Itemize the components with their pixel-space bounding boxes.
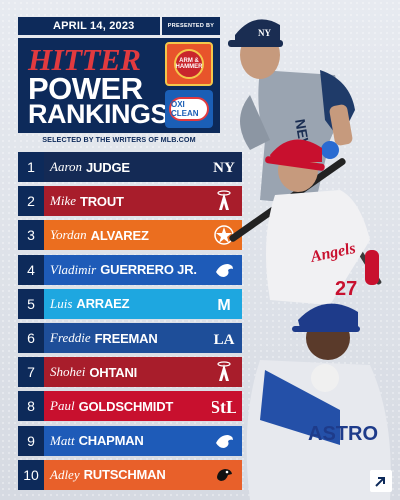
ranking-row: 7 Shohei OHTANI (18, 357, 242, 388)
title-rankings: RANKINGS (28, 99, 169, 129)
player-first-name: Adley (50, 466, 80, 482)
player-last-name: RUTSCHMAN (83, 467, 166, 483)
rank-number: 4 (18, 254, 44, 285)
player-trout: Angels 27 (265, 139, 379, 305)
rank-number: 7 (18, 357, 44, 388)
rank-bar: Matt CHAPMAN (44, 425, 242, 456)
ranking-row: 5 Luis ARRAEZ M (18, 288, 242, 319)
players-illustration: NY NEW Angels 27 ASTRO (228, 19, 391, 500)
player-last-name: ARRAEZ (76, 296, 130, 312)
selected-by-text: SELECTED BY THE WRITERS OF MLB.COM (42, 135, 196, 144)
rank-number: 1 (18, 152, 44, 182)
player-first-name: Matt (50, 432, 75, 448)
player-first-name: Paul (50, 398, 75, 414)
player-last-name: GUERRERO JR. (100, 262, 197, 278)
player-last-name: FREEMAN (94, 330, 158, 346)
ranking-row: 1 Aaron JUDGE NY (18, 152, 242, 182)
title-box: HITTER POWER RANKINGS ARM & HAMMER OXI C… (18, 38, 220, 133)
rank-bar: Vladimir GUERRERO JR. (44, 254, 242, 285)
presented-by-label: PRESENTED BY (162, 17, 220, 35)
jersey-alvarez-text: ASTRO (308, 423, 378, 445)
rank-number: 3 (18, 220, 44, 251)
rank-bar: Shohei OHTANI (44, 357, 242, 388)
rank-bar: Paul GOLDSCHMIDT StL (44, 391, 242, 422)
rank-number: 8 (18, 391, 44, 422)
rank-bar: Adley RUTSCHMAN (44, 459, 242, 490)
player-last-name: JUDGE (86, 159, 130, 175)
ranking-row: 6 Freddie FREEMAN LA (18, 323, 242, 353)
player-first-name: Vladimir (50, 261, 97, 277)
ranking-row: 10 Adley RUTSCHMAN (18, 459, 242, 490)
jersey-trout-number: 27 (335, 278, 357, 300)
ranking-row: 9 Matt CHAPMAN (18, 425, 242, 456)
rank-bar: Mike TROUT (44, 186, 242, 217)
player-first-name: Shohei (50, 364, 86, 380)
date-text: APRIL 14, 2023 (53, 20, 135, 32)
ranking-row: 8 Paul GOLDSCHMIDT StL (18, 391, 242, 422)
oxiclean-logo-icon: OXI CLEAN (165, 90, 213, 128)
rank-number: 9 (18, 425, 44, 456)
rank-bar: Freddie FREEMAN LA (44, 323, 242, 353)
player-first-name: Mike (50, 193, 76, 209)
rank-bar: Luis ARRAEZ M (44, 288, 242, 319)
rank-number: 5 (18, 288, 44, 319)
rank-number: 10 (18, 459, 44, 490)
ranking-row: 3 Yordan ALVAREZ (18, 220, 242, 251)
ranking-row: 4 Vladimir GUERRERO JR. (18, 254, 242, 285)
player-last-name: ALVAREZ (90, 227, 149, 243)
player-first-name: Yordan (50, 227, 87, 243)
ranking-row: 2 Mike TROUT (18, 186, 242, 217)
arm-and-hammer-logo-icon: ARM & HAMMER (165, 42, 213, 86)
player-first-name: Luis (50, 295, 73, 311)
rank-bar: Yordan ALVAREZ (44, 220, 242, 251)
player-first-name: Freddie (50, 330, 91, 345)
rank-number: 6 (18, 323, 44, 353)
rank-number: 2 (18, 186, 44, 217)
svg-text:NY: NY (258, 28, 271, 38)
player-last-name: CHAPMAN (78, 433, 144, 449)
rank-bar: Aaron JUDGE NY (44, 152, 242, 182)
arrow-corner-icon (370, 470, 392, 492)
date-bar: APRIL 14, 2023 (18, 17, 160, 35)
player-first-name: Aaron (50, 159, 83, 174)
player-last-name: TROUT (79, 193, 124, 209)
player-last-name: OHTANI (89, 364, 138, 380)
player-last-name: GOLDSCHMIDT (78, 398, 174, 414)
